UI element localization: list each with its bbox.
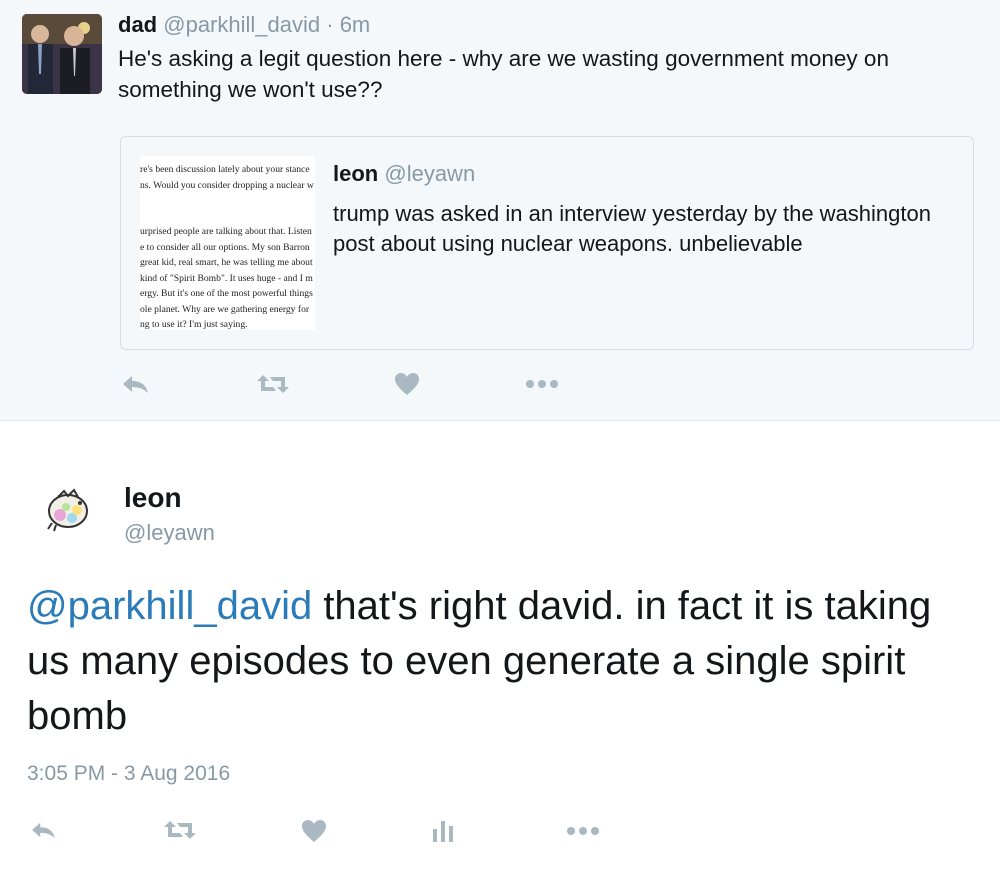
image-text-line: ng to use it? I'm just saying. (140, 319, 248, 330)
image-text-line: ole planet. Why are we gathering energy … (140, 303, 310, 315)
image-text-line (140, 209, 315, 225)
analytics-icon[interactable] (431, 818, 455, 844)
quoted-tweet-header: leon @leyawn (333, 161, 475, 187)
image-text-line: re's been discussion lately about your s… (140, 164, 310, 175)
like-icon[interactable] (393, 371, 421, 397)
image-text-line: urprised people are talking about that. … (140, 226, 312, 237)
quoted-tweet-image[interactable]: re's been discussion lately about your s… (140, 156, 315, 330)
image-text-line: kind of "Spirit Bomb". It uses huge - an… (140, 272, 313, 284)
image-text-line: ergy. But it's one of the most powerful … (140, 288, 313, 299)
tweet-time[interactable]: 6m (340, 12, 371, 37)
retweet-icon[interactable] (162, 818, 198, 842)
main-author-name[interactable]: leon (124, 482, 182, 514)
parent-tweet-header: dad @parkhill_david · 6m (118, 12, 370, 38)
mention-link[interactable]: @parkhill_david (27, 584, 312, 628)
parent-tweet-text: He's asking a legit question here - why … (118, 46, 889, 102)
more-icon[interactable] (565, 824, 601, 838)
dad-avatar[interactable] (22, 14, 102, 94)
separator-dot: · (326, 12, 334, 37)
author-handle[interactable]: @parkhill_david (163, 12, 320, 37)
tweet-timestamp[interactable]: 3:05 PM - 3 Aug 2016 (27, 762, 230, 786)
quoted-author-name: leon (333, 161, 379, 186)
more-icon[interactable] (524, 376, 560, 392)
image-text-line: e to consider all our options. My son Ba… (140, 241, 310, 253)
retweet-icon[interactable] (255, 371, 291, 397)
avatar-photo (22, 14, 102, 94)
parent-tweet[interactable]: dad @parkhill_david · 6m He's asking a l… (0, 0, 1000, 421)
image-text-line (140, 193, 315, 209)
quoted-tweet-text: trump was asked in an interview yesterda… (333, 201, 931, 256)
reply-icon[interactable] (118, 371, 152, 397)
main-author-handle[interactable]: @leyawn (124, 520, 215, 546)
quoted-tweet-card[interactable]: re's been discussion lately about your s… (120, 136, 974, 350)
image-text-line: ns. Would you consider dropping a nuclea… (140, 179, 314, 191)
like-icon[interactable] (300, 818, 328, 844)
image-text-line: great kid, real smart, he was telling me… (140, 257, 313, 268)
main-tweet-text: @parkhill_david that's right david. in f… (27, 579, 977, 744)
avatar-image (47, 488, 88, 532)
leon-avatar[interactable] (44, 485, 92, 533)
reply-icon[interactable] (28, 818, 58, 842)
quoted-author-handle: @leyawn (384, 161, 476, 186)
author-name[interactable]: dad (118, 12, 157, 37)
